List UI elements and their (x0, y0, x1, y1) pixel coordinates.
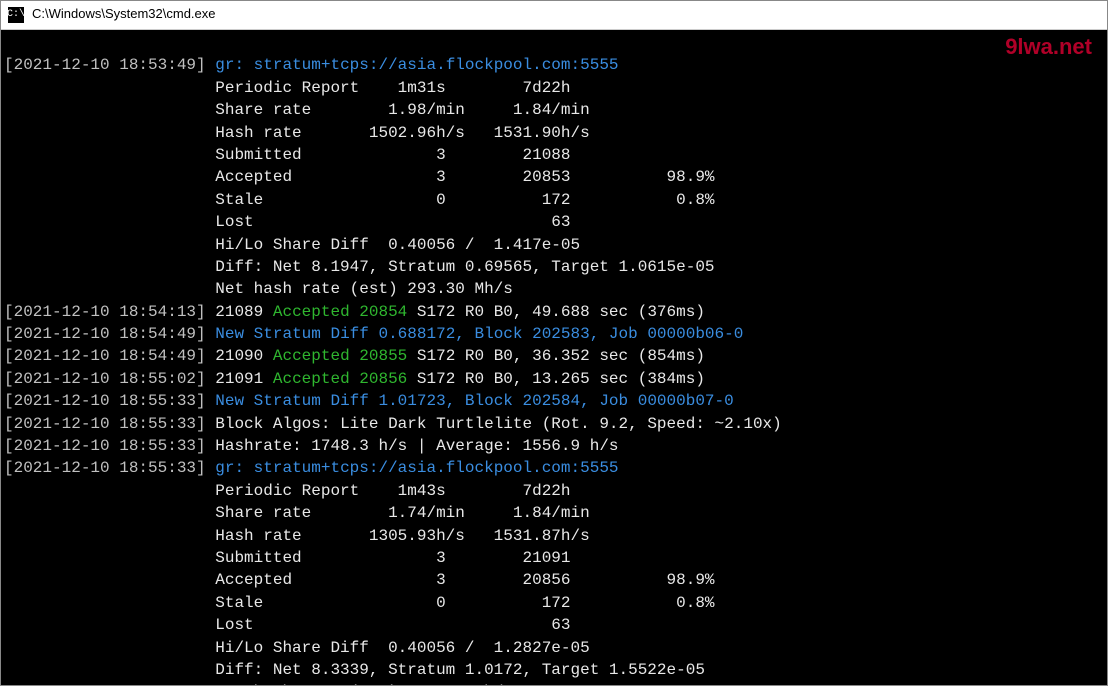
pool-url: gr: stratum+tcps://asia.flockpool.com:55… (215, 56, 618, 74)
share-detail: S172 R0 B0, 13.265 sec (384ms) (407, 370, 705, 388)
timestamp: [2021-12-10 18:55:33] (4, 459, 206, 477)
stratum-diff: New Stratum Diff 1.01723, Block 202584, … (215, 392, 733, 410)
report-line: Submitted 3 21088 (215, 146, 570, 164)
indent (4, 571, 215, 589)
share-num: 21091 (215, 370, 273, 388)
indent (4, 258, 215, 276)
report-line: Share rate 1.74/min 1.84/min (215, 504, 589, 522)
report-line: Periodic Report 1m43s 7d22h (215, 482, 570, 500)
indent (4, 594, 215, 612)
indent (4, 504, 215, 522)
terminal-output[interactable]: [2021-12-10 18:53:49] gr: stratum+tcps:/… (0, 30, 1108, 686)
accepted-label: Accepted 20856 (273, 370, 407, 388)
indent (4, 79, 215, 97)
report-line: Hi/Lo Share Diff 0.40056 / 1.417e-05 (215, 236, 580, 254)
pool-url: gr: stratum+tcps://asia.flockpool.com:55… (215, 459, 618, 477)
indent (4, 236, 215, 254)
share-num: 21089 (215, 303, 273, 321)
timestamp: [2021-12-10 18:55:02] (4, 370, 206, 388)
report-line: Diff: Net 8.1947, Stratum 0.69565, Targe… (215, 258, 714, 276)
report-line: Accepted 3 20856 98.9% (215, 571, 714, 589)
report-line: Diff: Net 8.3339, Stratum 1.0172, Target… (215, 661, 705, 679)
timestamp: [2021-12-10 18:54:49] (4, 347, 206, 365)
indent (4, 527, 215, 545)
report-line: Submitted 3 21091 (215, 549, 570, 567)
indent (4, 101, 215, 119)
indent (4, 549, 215, 567)
share-num: 21090 (215, 347, 273, 365)
indent (4, 124, 215, 142)
stratum-diff: New Stratum Diff 0.688172, Block 202583,… (215, 325, 743, 343)
cmd-icon: C:\ (8, 7, 24, 23)
indent (4, 146, 215, 164)
indent (4, 616, 215, 634)
report-line: Net hash rate (est) 293.30 Mh/s (215, 280, 513, 298)
report-line: Hi/Lo Share Diff 0.40056 / 1.2827e-05 (215, 639, 589, 657)
indent (4, 639, 215, 657)
timestamp: [2021-12-10 18:54:13] (4, 303, 206, 321)
indent (4, 191, 215, 209)
report-line: Hash rate 1305.93h/s 1531.87h/s (215, 527, 589, 545)
indent (4, 661, 215, 679)
accepted-label: Accepted 20855 (273, 347, 407, 365)
report-line: Stale 0 172 0.8% (215, 191, 714, 209)
watermark-text: 9lwa.net (1005, 32, 1092, 63)
share-detail: S172 R0 B0, 36.352 sec (854ms) (407, 347, 705, 365)
share-detail: S172 R0 B0, 49.688 sec (376ms) (407, 303, 705, 321)
report-line: Lost 63 (215, 213, 570, 231)
timestamp: [2021-12-10 18:55:33] (4, 437, 206, 455)
timestamp: [2021-12-10 18:53:49] (4, 56, 206, 74)
report-line: Stale 0 172 0.8% (215, 594, 714, 612)
timestamp: [2021-12-10 18:55:33] (4, 415, 206, 433)
hashrate-line: Hashrate: 1748.3 h/s | Average: 1556.9 h… (215, 437, 618, 455)
indent (4, 280, 215, 298)
accepted-label: Accepted 20854 (273, 303, 407, 321)
indent (4, 213, 215, 231)
report-line: Accepted 3 20853 98.9% (215, 168, 714, 186)
report-line: Periodic Report 1m31s 7d22h (215, 79, 570, 97)
timestamp: [2021-12-10 18:55:33] (4, 392, 206, 410)
indent (4, 168, 215, 186)
timestamp: [2021-12-10 18:54:49] (4, 325, 206, 343)
window-title: C:\Windows\System32\cmd.exe (32, 5, 216, 23)
indent (4, 482, 215, 500)
window-titlebar[interactable]: C:\ C:\Windows\System32\cmd.exe (0, 0, 1108, 30)
report-line: Hash rate 1502.96h/s 1531.90h/s (215, 124, 589, 142)
block-algos: Block Algos: Lite Dark Turtlelite (Rot. … (215, 415, 782, 433)
report-line: Lost 63 (215, 616, 570, 634)
report-line: Share rate 1.98/min 1.84/min (215, 101, 589, 119)
